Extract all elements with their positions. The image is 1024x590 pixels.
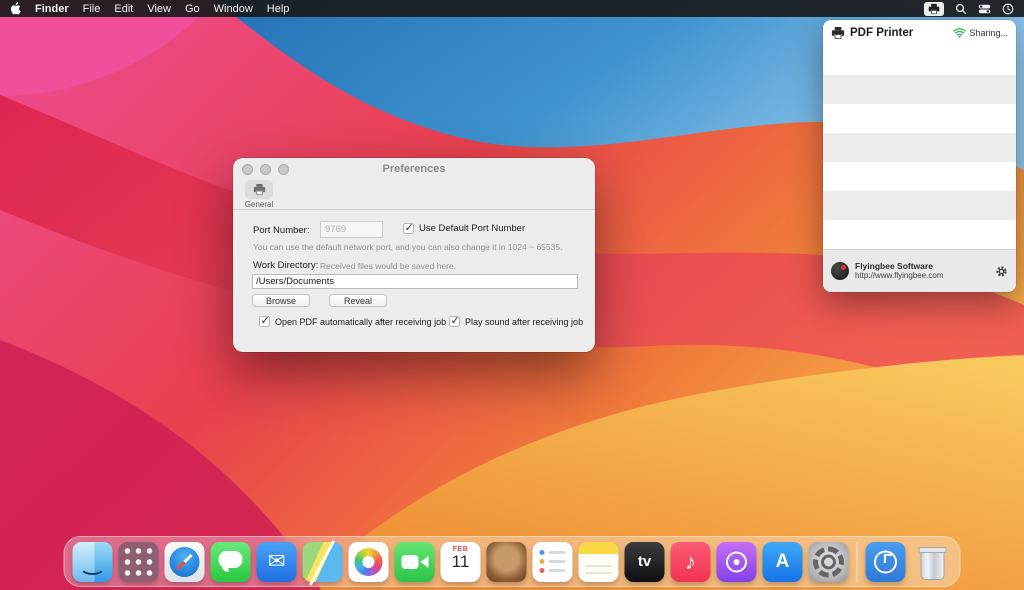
general-printer-icon: [253, 183, 266, 196]
pdf-printer-menubar-icon[interactable]: [924, 2, 944, 16]
work-directory-hint: Received files would be saved here.: [320, 261, 456, 271]
dock: FEB11 tv A: [64, 536, 961, 587]
menu-items: Finder File Edit View Go Window Help: [35, 3, 289, 15]
apple-menu[interactable]: [10, 2, 21, 15]
dock-tv-icon[interactable]: tv: [625, 542, 665, 582]
dock-music-icon[interactable]: [671, 542, 711, 582]
checkbox-check-icon: [403, 223, 414, 234]
titlebar: Preferences: [233, 158, 595, 180]
menu-item-finder[interactable]: Finder: [35, 3, 69, 15]
dock-system-preferences-icon[interactable]: [809, 542, 849, 582]
dock-facetime-icon[interactable]: [395, 542, 435, 582]
settings-gear-button[interactable]: [995, 265, 1008, 278]
menu-item-go[interactable]: Go: [185, 3, 200, 15]
dock-trash-icon[interactable]: [912, 542, 952, 582]
port-number-label: Port Number:: [253, 225, 310, 236]
use-default-port-label: Use Default Port Number: [419, 223, 525, 234]
job-row: [823, 75, 1016, 104]
preferences-toolbar: General: [233, 180, 595, 210]
dock-photos-icon[interactable]: [349, 542, 389, 582]
popover-header: PDF Printer Sharing...: [823, 20, 1016, 46]
gear-icon: [995, 265, 1008, 278]
popover-footer: Flyingbee Software http://www.flyingbee.…: [823, 249, 1016, 292]
preferences-content: Port Number: Use Default Port Number You…: [233, 210, 595, 352]
tv-glyph: tv: [625, 542, 665, 582]
control-center-icon[interactable]: [978, 2, 991, 16]
dock-app-store-icon[interactable]: A: [763, 542, 803, 582]
flyingbee-logo-icon: [831, 262, 849, 280]
dock-safari-icon[interactable]: [165, 542, 205, 582]
dock-finder-icon[interactable]: [73, 542, 113, 582]
dock-contacts-icon[interactable]: [487, 542, 527, 582]
use-default-port-checkbox[interactable]: Use Default Port Number: [403, 223, 525, 234]
dock-podcasts-icon[interactable]: [717, 542, 757, 582]
dock-mail-icon[interactable]: [257, 542, 297, 582]
reveal-button[interactable]: Reveal: [329, 294, 387, 307]
dock-reminders-icon[interactable]: [533, 542, 573, 582]
menu-item-view[interactable]: View: [147, 3, 171, 15]
job-row: [823, 133, 1016, 162]
menu-item-file[interactable]: File: [83, 3, 101, 15]
browse-button[interactable]: Browse: [252, 294, 310, 307]
sharing-label: Sharing...: [969, 28, 1008, 38]
tab-general[interactable]: General: [242, 180, 276, 209]
menu-bar: Finder File Edit View Go Window Help: [0, 0, 1024, 17]
dock-calendar-icon[interactable]: FEB11: [441, 542, 481, 582]
open-pdf-label: Open PDF automatically after receiving j…: [275, 317, 446, 327]
open-pdf-checkbox[interactable]: Open PDF automatically after receiving j…: [259, 316, 446, 327]
printer-icon: [831, 26, 845, 40]
play-sound-label: Play sound after receiving job: [465, 317, 583, 327]
job-row: [823, 104, 1016, 133]
wifi-icon: [953, 28, 966, 38]
dock-messages-icon[interactable]: [211, 542, 251, 582]
dock-launchpad-icon[interactable]: [119, 542, 159, 582]
clock-icon[interactable]: [1002, 2, 1014, 16]
footer-company: Flyingbee Software: [855, 261, 943, 272]
checkbox-check-icon: [449, 316, 460, 327]
job-list[interactable]: [823, 46, 1016, 249]
window-title: Preferences: [233, 163, 595, 175]
apple-icon: [10, 2, 21, 15]
dock-separator: [857, 542, 858, 582]
menu-item-edit[interactable]: Edit: [114, 3, 133, 15]
pdf-printer-popover: PDF Printer Sharing... Flyingbee Softwar…: [823, 20, 1016, 292]
preferences-window: Preferences General Port Number: Use Def…: [233, 158, 595, 352]
menu-item-window[interactable]: Window: [214, 3, 253, 15]
search-icon[interactable]: [955, 2, 967, 16]
work-directory-input[interactable]: [252, 274, 578, 289]
port-help-text: You can use the default network port, an…: [253, 242, 562, 252]
popover-title: PDF Printer: [850, 27, 913, 39]
job-row: [823, 162, 1016, 191]
work-directory-label: Work Directory:: [253, 260, 318, 271]
menu-item-help[interactable]: Help: [267, 3, 290, 15]
sharing-status[interactable]: Sharing...: [953, 28, 1008, 38]
job-row: [823, 46, 1016, 75]
app-store-glyph: A: [763, 542, 803, 582]
port-number-field[interactable]: [320, 221, 383, 238]
checkbox-check-icon: [259, 316, 270, 327]
calendar-day: 11: [452, 553, 470, 570]
footer-url-link[interactable]: http://www.flyingbee.com: [855, 271, 943, 281]
dock-downloads-icon[interactable]: [866, 542, 906, 582]
job-row: [823, 220, 1016, 249]
dock-notes-icon[interactable]: [579, 542, 619, 582]
status-icons: [924, 2, 1014, 16]
job-row: [823, 191, 1016, 220]
dock-maps-icon[interactable]: [303, 542, 343, 582]
play-sound-checkbox[interactable]: Play sound after receiving job: [449, 316, 583, 327]
tab-general-label: General: [245, 200, 273, 209]
